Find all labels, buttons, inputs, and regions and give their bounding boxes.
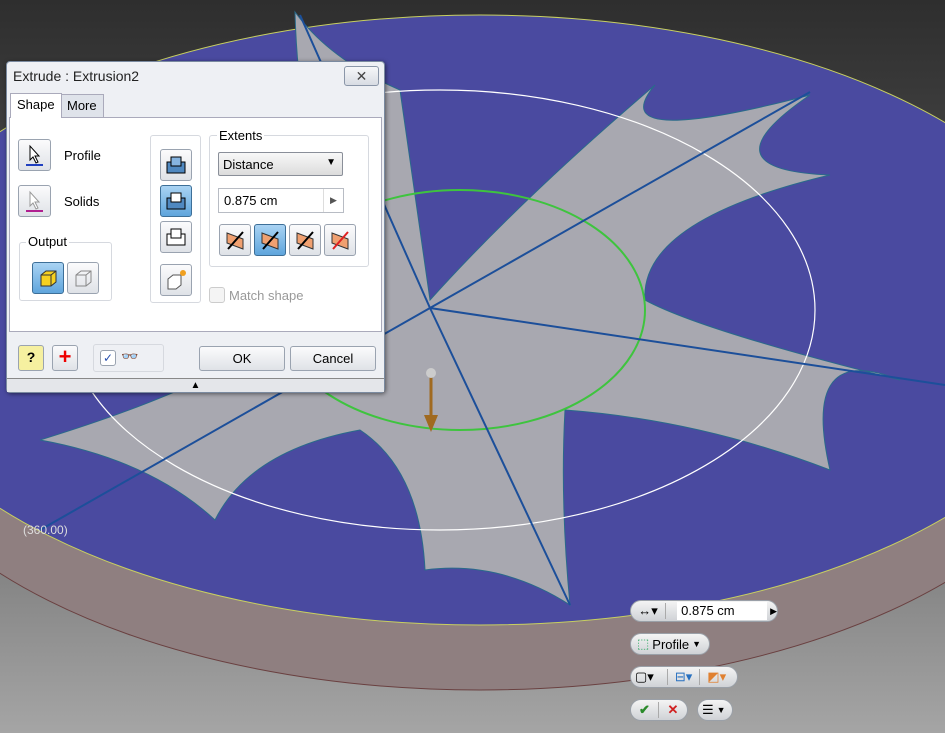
intersect-icon <box>166 228 186 246</box>
solids-select-button[interactable] <box>18 185 51 217</box>
plus-icon: + <box>58 344 72 369</box>
mini-options-button[interactable]: ☰ ▼ <box>697 699 733 721</box>
solid-output-button[interactable] <box>32 262 64 294</box>
output-label: Output <box>26 234 70 249</box>
glasses-icon: 👓 <box>121 348 139 364</box>
operation-icon[interactable]: ⊟▾ <box>668 669 701 685</box>
distance-input[interactable]: 0.875 cm ▶ <box>218 188 344 213</box>
chevron-down-icon: ▼ <box>692 639 702 649</box>
chevron-down-icon: ▼ <box>326 157 336 168</box>
join-icon <box>166 156 186 174</box>
extents-type-dropdown[interactable]: Distance ▼ <box>218 152 343 176</box>
preview-checkbox[interactable]: ✓ <box>100 350 116 366</box>
direction-2-button[interactable] <box>254 224 286 256</box>
extents-type-value: Distance <box>223 157 274 172</box>
match-shape-checkbox[interactable] <box>209 287 225 303</box>
new-solid-button[interactable] <box>160 264 192 296</box>
angle-label: (360.00) <box>23 523 68 537</box>
add-button[interactable]: + <box>52 345 78 371</box>
symmetric-icon <box>296 231 314 250</box>
distance-minitoolbar: ↔▾ 0.875 cm ▶ <box>630 600 778 622</box>
help-icon: ? <box>26 349 36 365</box>
profile-select-icon: ⬚ <box>637 636 650 651</box>
arrow-right-icon[interactable]: ▶ <box>770 606 777 617</box>
apply-check-icon[interactable]: ✔ <box>631 702 660 718</box>
drag-handle[interactable] <box>426 368 436 378</box>
dialog-title: Extrude : Extrusion2 <box>13 68 140 84</box>
cursor-icon <box>26 190 43 212</box>
match-shape-label: Match shape <box>229 288 304 303</box>
distance-value: 0.875 cm <box>224 193 278 208</box>
symmetric-button[interactable] <box>289 224 321 256</box>
asymmetric-icon <box>331 231 349 250</box>
list-icon: ☰ <box>702 702 714 717</box>
direction-1-icon <box>226 231 244 250</box>
extents-label: Extents <box>217 128 265 143</box>
direction-icon[interactable]: ◩▾ <box>700 669 733 685</box>
tab-more[interactable]: More <box>60 94 104 117</box>
cut-icon <box>166 192 186 210</box>
cancel-button[interactable]: Cancel <box>290 346 376 371</box>
close-button[interactable]: ✕ <box>344 66 379 86</box>
intersect-button[interactable] <box>160 221 192 253</box>
direction-1-button[interactable] <box>219 224 251 256</box>
profile-label: Profile <box>64 148 101 163</box>
tab-shape[interactable]: Shape <box>10 93 62 118</box>
help-button[interactable]: ? <box>18 345 44 371</box>
mini-distance-input[interactable]: 0.875 cm <box>677 602 768 620</box>
arrow-right-icon[interactable]: ▶ <box>323 189 343 212</box>
extrude-dialog: Extrude : Extrusion2 ✕ Shape More Profil… <box>6 61 385 393</box>
mini-confirm-toolbar: ✔ ✕ <box>630 699 688 721</box>
asymmetric-button[interactable] <box>324 224 356 256</box>
cursor-icon <box>26 144 43 166</box>
mini-profile-button[interactable]: ⬚ Profile ▼ <box>630 633 710 655</box>
mini-output-toolbar: ▢▾ ⊟▾ ◩▾ <box>630 666 738 688</box>
mini-profile-label: Profile <box>652 636 690 652</box>
cut-button[interactable] <box>160 185 192 217</box>
cancel-x-icon[interactable]: ✕ <box>659 702 687 718</box>
direction-2-icon <box>261 231 279 250</box>
measure-icon[interactable]: ↔▾ <box>631 603 667 619</box>
new-solid-icon <box>167 270 186 290</box>
collapse-toggle[interactable]: ▲ <box>7 378 384 392</box>
chevron-down-icon: ▼ <box>716 705 726 715</box>
profile-select-button[interactable] <box>18 139 51 171</box>
ok-button[interactable]: OK <box>199 346 285 371</box>
surface-output-button[interactable] <box>67 262 99 294</box>
solid-cube-icon <box>40 270 57 287</box>
output-type-icon[interactable]: ▢▾ <box>635 669 668 685</box>
surface-cube-icon <box>75 270 92 287</box>
solids-label: Solids <box>64 194 100 209</box>
join-button[interactable] <box>160 149 192 181</box>
